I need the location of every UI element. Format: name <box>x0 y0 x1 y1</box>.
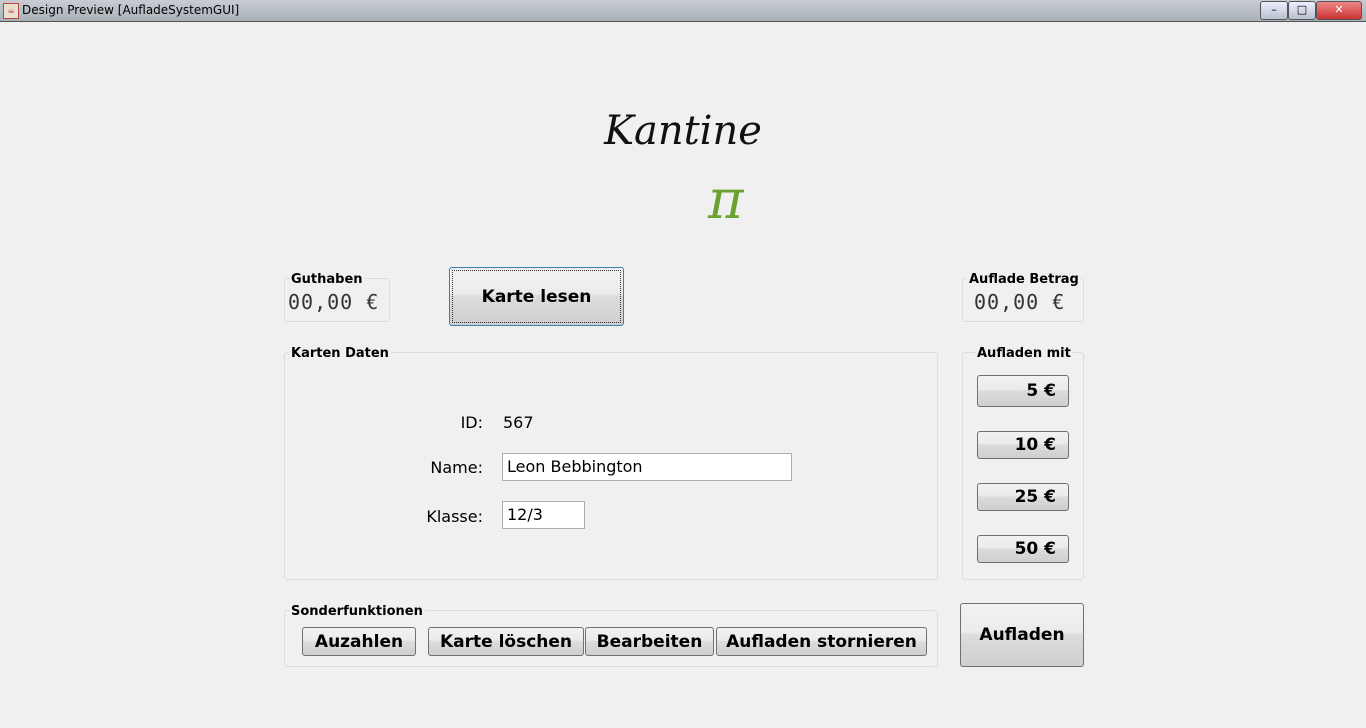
amount-5-button[interactable]: 5 € <box>977 375 1069 407</box>
pi-logo-icon: π <box>708 168 744 231</box>
auzahlen-button[interactable]: Auzahlen <box>302 627 416 656</box>
klasse-label: Klasse: <box>426 507 483 526</box>
name-input[interactable]: Leon Bebbington <box>502 453 792 481</box>
karte-lesen-button[interactable]: Karte lesen <box>449 267 624 326</box>
java-icon: ☕ <box>3 3 19 19</box>
amount-10-button[interactable]: 10 € <box>977 431 1069 459</box>
klasse-input[interactable]: 12/3 <box>502 501 585 529</box>
guthaben-value: 00,00 € <box>288 290 380 314</box>
auflade-betrag-group: Auflade Betrag 00,00 € <box>962 272 1084 322</box>
amount-25-button[interactable]: 25 € <box>977 483 1069 511</box>
minimize-button[interactable]: – <box>1260 1 1288 20</box>
auflade-betrag-value: 00,00 € <box>974 290 1066 314</box>
aufladen-mit-label: Aufladen mit <box>975 346 1073 361</box>
aufladen-stornieren-button[interactable]: Aufladen stornieren <box>716 627 927 656</box>
title-bar: ☕ Design Preview [AufladeSystemGUI] – □ … <box>0 0 1366 22</box>
auflade-betrag-label: Auflade Betrag <box>967 272 1081 287</box>
guthaben-group: Guthaben 00,00 € <box>284 272 390 322</box>
guthaben-label: Guthaben <box>289 272 365 287</box>
amount-50-button[interactable]: 50 € <box>977 535 1069 563</box>
sonderfunktionen-label: Sonderfunktionen <box>289 604 425 619</box>
aufladen-button[interactable]: Aufladen <box>960 603 1084 667</box>
karten-daten-group: Karten Daten ID: 567 Name: Leon Bebbingt… <box>284 346 938 580</box>
aufladen-mit-group: Aufladen mit 5 € 10 € 25 € 50 € <box>962 346 1084 580</box>
id-value: 567 <box>503 413 534 432</box>
close-button[interactable]: ✕ <box>1316 1 1362 20</box>
window-title: Design Preview [AufladeSystemGUI] <box>22 3 240 17</box>
brand-title: Kantine <box>604 108 762 154</box>
bearbeiten-button[interactable]: Bearbeiten <box>585 627 714 656</box>
id-label: ID: <box>460 413 483 432</box>
name-label: Name: <box>430 458 483 477</box>
karte-loeschen-button[interactable]: Karte löschen <box>428 627 584 656</box>
karten-daten-label: Karten Daten <box>289 346 391 361</box>
maximize-button[interactable]: □ <box>1288 1 1316 20</box>
